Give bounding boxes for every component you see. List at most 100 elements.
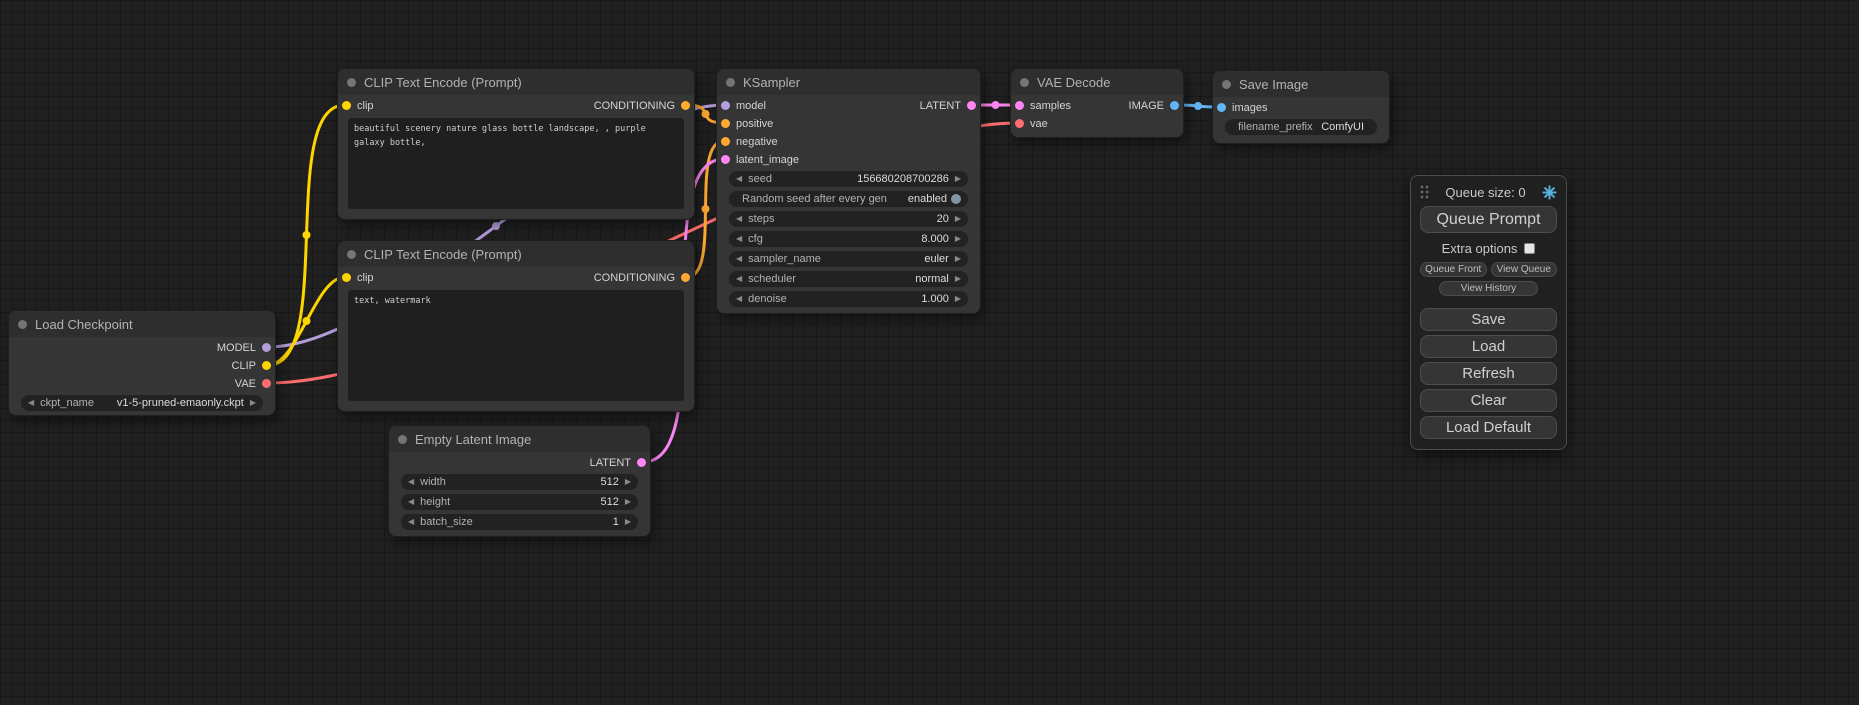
input-port-label: positive xyxy=(736,118,773,130)
node-ports: clipCONDITIONING xyxy=(338,267,694,287)
widget-denoise[interactable]: ◀denoise1.000▶ xyxy=(729,291,968,307)
widget-batch_size[interactable]: ◀batch_size1▶ xyxy=(401,514,638,530)
increment-arrow-icon[interactable]: ▶ xyxy=(955,231,961,247)
node-title-bar[interactable]: Save Image xyxy=(1213,71,1389,97)
prompt-textarea[interactable]: beautiful scenery nature glass bottle la… xyxy=(348,118,684,209)
widget-scheduler[interactable]: ◀schedulernormal▶ xyxy=(729,271,968,287)
output-port-CLIP-dot[interactable] xyxy=(262,361,271,370)
save-button[interactable]: Save xyxy=(1420,308,1557,331)
decrement-arrow-icon[interactable]: ◀ xyxy=(28,395,34,411)
output-port-LATENT-dot[interactable] xyxy=(637,458,646,467)
decrement-arrow-icon[interactable]: ◀ xyxy=(736,211,742,227)
output-port-IMAGE-dot[interactable] xyxy=(1170,101,1179,110)
widget-filename_prefix[interactable]: filename_prefixComfyUI xyxy=(1225,119,1377,135)
collapse-dot-icon[interactable] xyxy=(726,78,735,87)
drag-handle-icon[interactable] xyxy=(1420,185,1429,199)
node-ports: clipCONDITIONING xyxy=(338,95,694,115)
port-row: latent_image xyxy=(717,151,980,169)
toggle-dot-icon[interactable] xyxy=(951,194,961,204)
node-save-image[interactable]: Save Imageimagesfilename_prefixComfyUI xyxy=(1212,70,1390,144)
node-empty-latent[interactable]: Empty Latent Image LATENT ◀width512▶ ◀heigh… xyxy=(388,425,651,537)
node-load-checkpoint[interactable]: Load CheckpointMODELCLIPVAE◀ckpt_namev1-… xyxy=(8,310,276,416)
increment-arrow-icon[interactable]: ▶ xyxy=(955,291,961,307)
increment-arrow-icon[interactable]: ▶ xyxy=(955,171,961,187)
widget-height[interactable]: ◀height512▶ xyxy=(401,494,638,510)
view-history-button[interactable]: View History xyxy=(1439,281,1538,296)
widget-ckpt_name[interactable]: ◀ckpt_namev1-5-pruned-emaonly.ckpt▶ xyxy=(21,395,263,411)
increment-arrow-icon[interactable]: ▶ xyxy=(955,211,961,227)
prompt-textarea[interactable]: text, watermark xyxy=(348,290,684,401)
node-graph-canvas[interactable]: Load CheckpointMODELCLIPVAE◀ckpt_namev1-… xyxy=(0,0,1859,705)
widget-random-seed-after-every-gen[interactable]: Random seed after every genenabled xyxy=(729,191,968,207)
input-port-images-dot[interactable] xyxy=(1217,103,1226,112)
collapse-dot-icon[interactable] xyxy=(1222,80,1231,89)
node-title-bar[interactable]: Empty Latent Image xyxy=(389,426,650,452)
input-port-model-dot[interactable] xyxy=(721,101,730,110)
output-port-VAE-dot[interactable] xyxy=(262,379,271,388)
port-row: LATENT xyxy=(389,454,650,472)
node-widgets: ◀seed156680208700286▶Random seed after e… xyxy=(717,169,980,311)
widget-width[interactable]: ◀width512▶ xyxy=(401,474,638,490)
input-port-vae-dot[interactable] xyxy=(1015,119,1024,128)
node-title-bar[interactable]: CLIP Text Encode (Prompt) xyxy=(338,241,694,267)
input-port-label: model xyxy=(736,100,766,112)
node-title-bar[interactable]: CLIP Text Encode (Prompt) xyxy=(338,69,694,95)
collapse-dot-icon[interactable] xyxy=(347,250,356,259)
extra-options-checkbox[interactable] xyxy=(1524,243,1535,254)
decrement-arrow-icon[interactable]: ◀ xyxy=(736,251,742,267)
wire-midpoint-dot xyxy=(992,101,1000,109)
load-default-button[interactable]: Load Default xyxy=(1420,416,1557,439)
decrement-arrow-icon[interactable]: ◀ xyxy=(408,474,414,490)
node-clip-negative[interactable]: CLIP Text Encode (Prompt)clipCONDITIONIN… xyxy=(337,240,695,412)
decrement-arrow-icon[interactable]: ◀ xyxy=(408,514,414,530)
refresh-button[interactable]: Refresh xyxy=(1420,362,1557,385)
view-queue-button[interactable]: View Queue xyxy=(1491,262,1558,277)
port-row: VAE xyxy=(9,375,275,393)
widget-sampler_name[interactable]: ◀sampler_nameeuler▶ xyxy=(729,251,968,267)
output-port-LATENT-dot[interactable] xyxy=(967,101,976,110)
widget-seed[interactable]: ◀seed156680208700286▶ xyxy=(729,171,968,187)
increment-arrow-icon[interactable]: ▶ xyxy=(625,474,631,490)
input-port-clip-dot[interactable] xyxy=(342,273,351,282)
output-port-label: VAE xyxy=(235,378,256,390)
collapse-dot-icon[interactable] xyxy=(347,78,356,87)
port-row: CLIP xyxy=(9,357,275,375)
increment-arrow-icon[interactable]: ▶ xyxy=(955,271,961,287)
clear-button[interactable]: Clear xyxy=(1420,389,1557,412)
node-ksampler[interactable]: KSamplermodelLATENTpositivenegativelaten… xyxy=(716,68,981,314)
decrement-arrow-icon[interactable]: ◀ xyxy=(736,291,742,307)
queue-prompt-button[interactable]: Queue Prompt xyxy=(1420,206,1557,233)
output-port-MODEL-dot[interactable] xyxy=(262,343,271,352)
node-clip-positive[interactable]: CLIP Text Encode (Prompt)clipCONDITIONIN… xyxy=(337,68,695,220)
increment-arrow-icon[interactable]: ▶ xyxy=(250,395,256,411)
increment-arrow-icon[interactable]: ▶ xyxy=(625,514,631,530)
decrement-arrow-icon[interactable]: ◀ xyxy=(408,494,414,510)
output-port-CONDITIONING-dot[interactable] xyxy=(681,101,690,110)
collapse-dot-icon[interactable] xyxy=(398,435,407,444)
increment-arrow-icon[interactable]: ▶ xyxy=(955,251,961,267)
increment-arrow-icon[interactable]: ▶ xyxy=(625,494,631,510)
decrement-arrow-icon[interactable]: ◀ xyxy=(736,271,742,287)
input-port-clip-dot[interactable] xyxy=(342,101,351,110)
decrement-arrow-icon[interactable]: ◀ xyxy=(736,171,742,187)
node-title: KSampler xyxy=(743,75,800,90)
queue-front-button[interactable]: Queue Front xyxy=(1420,262,1487,277)
widget-value: 156680208700286 xyxy=(857,173,949,185)
decrement-arrow-icon[interactable]: ◀ xyxy=(736,231,742,247)
collapse-dot-icon[interactable] xyxy=(1020,78,1029,87)
input-port-negative-dot[interactable] xyxy=(721,137,730,146)
widget-steps[interactable]: ◀steps20▶ xyxy=(729,211,968,227)
input-port-positive-dot[interactable] xyxy=(721,119,730,128)
node-title-bar[interactable]: KSampler xyxy=(717,69,980,95)
node-title-bar[interactable]: VAE Decode xyxy=(1011,69,1183,95)
input-port-latent_image-dot[interactable] xyxy=(721,155,730,164)
widget-value: 1 xyxy=(613,516,619,528)
node-title-bar[interactable]: Load Checkpoint xyxy=(9,311,275,337)
output-port-CONDITIONING-dot[interactable] xyxy=(681,273,690,282)
widget-cfg[interactable]: ◀cfg8.000▶ xyxy=(729,231,968,247)
collapse-dot-icon[interactable] xyxy=(18,320,27,329)
input-port-samples-dot[interactable] xyxy=(1015,101,1024,110)
settings-gear-icon[interactable] xyxy=(1542,185,1557,200)
load-button[interactable]: Load xyxy=(1420,335,1557,358)
node-vae-decode[interactable]: VAE DecodesamplesIMAGEvae xyxy=(1010,68,1184,138)
